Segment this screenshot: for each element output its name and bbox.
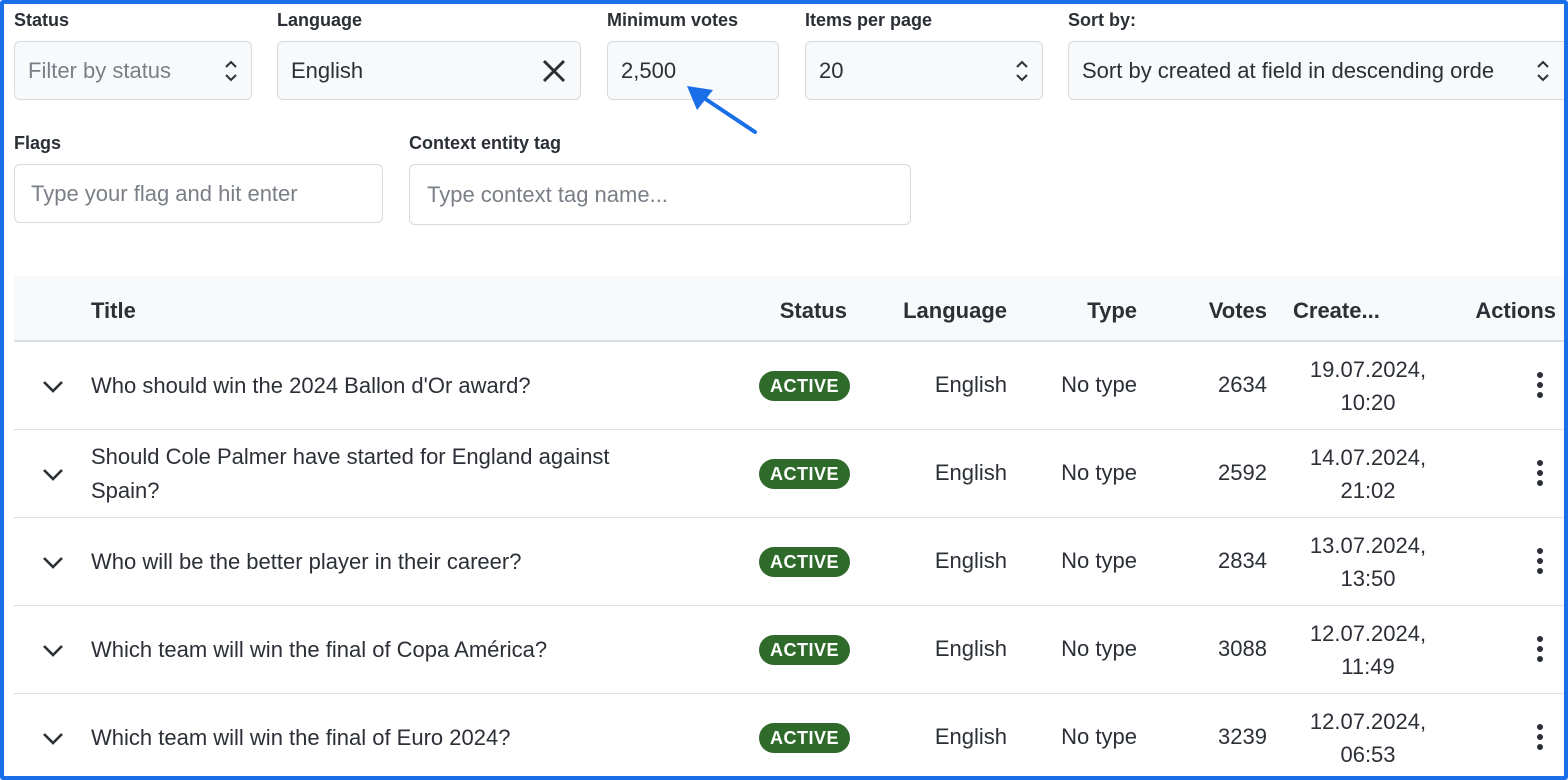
row-title-line-1: Should Cole Palmer have started for Engl… <box>91 444 610 469</box>
language-filter-label: Language <box>277 10 363 30</box>
kebab-menu-icon[interactable] <box>1536 548 1544 576</box>
row-title[interactable]: Should Cole Palmer have started for Engl… <box>91 440 610 508</box>
language-filter-select[interactable]: English <box>277 41 581 100</box>
row-created-date: 19.07.2024, <box>1309 357 1427 382</box>
row-created-date: 12.07.2024, <box>1309 709 1427 734</box>
row-type: No type <box>1061 724 1137 749</box>
column-header-type[interactable]: Type <box>1087 298 1137 324</box>
questions-table: Title Status Language Type Votes Create.… <box>14 276 1564 776</box>
row-votes: 2634 <box>1218 372 1267 397</box>
table-row: Who should win the 2024 Ballon d'Or awar… <box>14 342 1564 430</box>
row-title[interactable]: Who will be the better player in their c… <box>91 545 521 579</box>
row-votes: 2592 <box>1218 460 1267 485</box>
status-badge: ACTIVE <box>759 371 851 401</box>
row-type: No type <box>1061 636 1137 661</box>
row-type: No type <box>1061 372 1137 397</box>
row-title[interactable]: Who should win the 2024 Ballon d'Or awar… <box>91 369 531 403</box>
sort-by-label: Sort by: <box>1068 10 1137 30</box>
row-type: No type <box>1061 548 1137 573</box>
items-per-page-value: 20 <box>819 57 844 83</box>
flags-placeholder: Type your flag and hit enter <box>31 180 298 206</box>
row-created: 12.07.2024, 11:49 <box>1293 617 1443 683</box>
chevron-down-icon[interactable] <box>42 644 64 658</box>
status-badge: ACTIVE <box>759 459 851 489</box>
table-row: Which team will win the final of Euro 20… <box>14 694 1564 776</box>
row-votes: 3088 <box>1218 636 1267 661</box>
column-header-status[interactable]: Status <box>780 298 847 324</box>
row-language: English <box>934 372 1007 397</box>
row-created-date: 13.07.2024, <box>1309 533 1427 558</box>
row-title[interactable]: Which team will win the final of Euro 20… <box>91 721 510 755</box>
context-tag-input[interactable]: Type context tag name... <box>409 164 911 225</box>
sort-by-select[interactable]: Sort by created at field in descending o… <box>1068 41 1564 100</box>
row-language: English <box>934 460 1007 485</box>
row-created: 12.07.2024, 06:53 <box>1293 705 1443 771</box>
chevron-down-icon[interactable] <box>42 380 64 394</box>
table-header: Title Status Language Type Votes Create.… <box>14 276 1564 342</box>
row-created-date: 12.07.2024, <box>1309 621 1427 646</box>
items-per-page-select[interactable]: 20 <box>805 41 1043 100</box>
kebab-menu-icon[interactable] <box>1536 460 1544 488</box>
status-badge: ACTIVE <box>759 723 851 753</box>
context-tag-label: Context entity tag <box>409 133 562 153</box>
close-icon[interactable] <box>541 58 567 84</box>
column-header-created[interactable]: Create... <box>1293 298 1380 324</box>
items-per-page-label: Items per page <box>805 10 933 30</box>
arrow-icon <box>687 86 757 134</box>
row-title-line-1: Who should win the 2024 Ballon d'Or awar… <box>91 373 531 398</box>
row-created-time: 21:02 <box>1340 478 1396 503</box>
table-body: Who should win the 2024 Ballon d'Or awar… <box>14 342 1564 776</box>
row-title-line-1: Which team will win the final of Euro 20… <box>91 725 511 750</box>
row-created: 13.07.2024, 13:50 <box>1293 529 1443 595</box>
kebab-menu-icon[interactable] <box>1536 724 1544 752</box>
row-votes: 2834 <box>1218 548 1267 573</box>
column-header-actions: Actions <box>1475 298 1556 323</box>
status-badge: ACTIVE <box>759 635 851 665</box>
flags-label: Flags <box>14 133 62 153</box>
row-title[interactable]: Which team will win the final of Copa Am… <box>91 633 547 667</box>
page-frame: Status Filter by status Language English… <box>0 0 1568 780</box>
chevron-down-icon[interactable] <box>42 732 64 746</box>
context-tag-placeholder: Type context tag name... <box>427 181 668 207</box>
row-created-time: 11:49 <box>1341 654 1395 679</box>
table-row: Should Cole Palmer have started for Engl… <box>14 430 1564 518</box>
row-language: English <box>934 636 1007 661</box>
row-language: English <box>934 548 1007 573</box>
row-created-date: 14.07.2024, <box>1309 445 1427 470</box>
min-votes-label: Minimum votes <box>607 10 739 30</box>
row-created: 19.07.2024, 10:20 <box>1293 353 1443 419</box>
status-badge: ACTIVE <box>759 547 851 577</box>
column-header-votes[interactable]: Votes <box>1209 298 1267 324</box>
kebab-menu-icon[interactable] <box>1536 636 1544 664</box>
status-filter-placeholder: Filter by status <box>28 57 172 83</box>
status-filter-select[interactable]: Filter by status <box>14 41 252 100</box>
column-header-language[interactable]: Language <box>903 298 1007 324</box>
column-header-title[interactable]: Title <box>91 298 136 324</box>
chevron-down-icon[interactable] <box>42 556 64 570</box>
row-votes: 3239 <box>1218 724 1267 749</box>
row-title-line-2: Spain? <box>91 478 160 503</box>
row-type: No type <box>1061 460 1137 485</box>
row-created: 14.07.2024, 21:02 <box>1293 441 1443 507</box>
row-created-time: 10:20 <box>1340 390 1396 415</box>
flags-input[interactable]: Type your flag and hit enter <box>14 164 383 223</box>
row-title-line-1: Which team will win the final of Copa Am… <box>91 637 548 662</box>
row-title-line-1: Who will be the better player in their c… <box>91 549 522 574</box>
updown-chevron-icon <box>1536 58 1550 84</box>
updown-chevron-icon <box>224 58 238 84</box>
row-language: English <box>934 724 1007 749</box>
row-created-time: 06:53 <box>1340 742 1396 767</box>
status-filter-label: Status <box>14 10 70 30</box>
row-created-time: 13:50 <box>1340 566 1396 591</box>
table-row: Which team will win the final of Copa Am… <box>14 606 1564 694</box>
kebab-menu-icon[interactable] <box>1536 372 1544 400</box>
language-filter-value: English <box>291 57 364 83</box>
table-row: Who will be the better player in their c… <box>14 518 1564 606</box>
chevron-down-icon[interactable] <box>42 468 64 482</box>
sort-by-value: Sort by created at field in descending o… <box>1082 57 1495 83</box>
updown-chevron-icon <box>1015 58 1029 84</box>
